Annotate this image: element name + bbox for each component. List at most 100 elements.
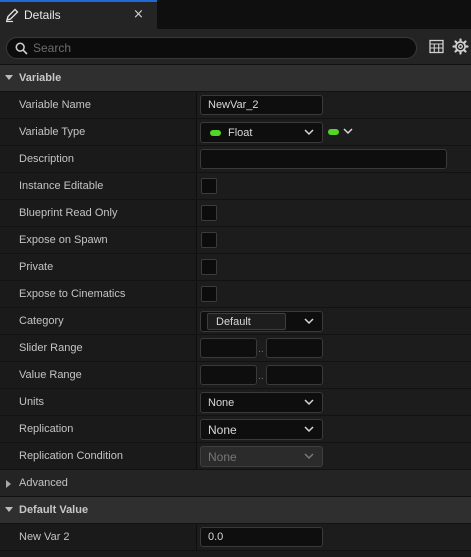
property-label: Replication Condition — [19, 450, 123, 462]
category-value: Default — [216, 316, 251, 328]
replication-value: None — [208, 423, 237, 437]
row-slider-range: Slider Range .. — [0, 334, 471, 362]
property-value: None — [197, 416, 471, 443]
tab-title: Details — [24, 8, 61, 22]
property-label: Blueprint Read Only — [19, 207, 118, 219]
expand-arrow-icon — [6, 480, 11, 488]
variable-type-dropdown[interactable]: Float — [200, 122, 323, 143]
search-icon — [15, 42, 28, 55]
units-dropdown[interactable]: None — [200, 392, 323, 413]
gear-icon[interactable] — [452, 38, 469, 55]
blueprint-read-only-checkbox[interactable] — [201, 205, 217, 221]
advanced-label: Advanced — [19, 477, 68, 489]
row-variable-type: Variable Type Float — [0, 118, 471, 146]
property-value: Float — [197, 119, 471, 146]
description-field[interactable] — [200, 149, 447, 169]
property-value: .. — [197, 335, 471, 362]
row-blueprint-read-only: Blueprint Read Only — [0, 199, 471, 227]
row-advanced[interactable]: Advanced — [0, 469, 471, 496]
property-value: Default — [197, 308, 471, 335]
row-private: Private — [0, 253, 471, 281]
row-partial — [0, 550, 471, 557]
category-editable-text[interactable]: Default — [207, 313, 286, 330]
pencil-icon — [5, 8, 19, 23]
slider-range-min-field[interactable] — [200, 338, 257, 358]
units-value: None — [208, 397, 235, 409]
property-value: None — [197, 389, 471, 416]
row-replication-condition: Replication Condition None — [0, 442, 471, 470]
row-new-var-2: New Var 2 0.0 — [0, 523, 471, 551]
property-label: Description — [19, 153, 75, 165]
replication-dropdown[interactable]: None — [200, 419, 323, 440]
property-label: Category — [19, 315, 64, 327]
section-title: Variable — [19, 72, 62, 84]
search-toolbar — [0, 29, 471, 64]
chevron-down-icon — [343, 128, 353, 135]
replication-condition-dropdown: None — [200, 446, 323, 467]
single-container-icon — [328, 129, 339, 135]
section-variable-header[interactable]: Variable — [0, 64, 471, 91]
property-value: NewVar_2 — [197, 92, 471, 119]
new-var-2-field[interactable]: 0.0 — [200, 527, 323, 547]
section-title: Default Value — [19, 504, 89, 516]
property-label: Variable Type — [19, 126, 86, 138]
range-separator: .. — [258, 372, 264, 382]
row-variable-name: Variable Name NewVar_2 — [0, 91, 471, 119]
property-matrix-icon[interactable] — [429, 39, 444, 54]
collapse-arrow-icon — [5, 507, 13, 512]
expose-to-cinematics-checkbox[interactable] — [201, 286, 217, 302]
replication-condition-value: None — [208, 450, 237, 464]
variable-name-field[interactable]: NewVar_2 — [200, 95, 323, 115]
row-instance-editable: Instance Editable — [0, 172, 471, 200]
row-replication: Replication None — [0, 415, 471, 443]
float-pin-icon — [210, 130, 221, 136]
property-value — [197, 146, 471, 173]
tab-bar: Details × — [0, 0, 471, 29]
row-expose-to-cinematics: Expose to Cinematics — [0, 280, 471, 308]
property-label: Units — [19, 396, 45, 408]
private-checkbox[interactable] — [201, 259, 217, 275]
property-label: Slider Range — [19, 342, 83, 354]
close-icon[interactable]: × — [133, 7, 144, 22]
property-value: 0.0 — [197, 524, 471, 551]
range-separator: .. — [258, 345, 264, 355]
property-label: New Var 2 — [19, 531, 70, 543]
row-description: Description — [0, 145, 471, 173]
slider-range-max-field[interactable] — [266, 338, 323, 358]
property-value — [197, 227, 471, 254]
chevron-down-icon — [304, 426, 314, 433]
value-range-max-field[interactable] — [266, 365, 323, 385]
section-default-value-header[interactable]: Default Value — [0, 496, 471, 523]
property-label: Instance Editable — [19, 180, 104, 192]
tab-details[interactable]: Details × — [0, 0, 157, 29]
collapse-arrow-icon — [5, 75, 13, 80]
chevron-down-icon — [304, 129, 314, 136]
row-category: Category Default — [0, 307, 471, 335]
chevron-down-icon — [304, 399, 314, 406]
property-label: Variable Name — [19, 99, 91, 111]
property-label: Private — [19, 261, 54, 273]
container-type-dropdown[interactable] — [328, 126, 354, 138]
chevron-down-icon — [304, 318, 314, 325]
search-input[interactable] — [33, 40, 403, 56]
property-label: Expose to Cinematics — [19, 288, 126, 300]
expose-on-spawn-checkbox[interactable] — [201, 232, 217, 248]
category-combo[interactable]: Default — [200, 311, 323, 332]
variable-type-value: Float — [228, 127, 253, 139]
property-value — [197, 281, 471, 308]
property-value: None — [197, 443, 471, 470]
row-expose-on-spawn: Expose on Spawn — [0, 226, 471, 254]
property-value — [197, 200, 471, 227]
row-units: Units None — [0, 388, 471, 416]
property-value: .. — [197, 362, 471, 389]
property-value — [197, 254, 471, 281]
chevron-down-icon — [304, 453, 314, 460]
property-label: Value Range — [19, 369, 82, 381]
search-box[interactable] — [6, 37, 417, 59]
property-value — [197, 173, 471, 200]
property-label: Replication — [19, 423, 74, 435]
instance-editable-checkbox[interactable] — [201, 178, 217, 194]
property-label: Expose on Spawn — [19, 234, 108, 246]
row-value-range: Value Range .. — [0, 361, 471, 389]
value-range-min-field[interactable] — [200, 365, 257, 385]
